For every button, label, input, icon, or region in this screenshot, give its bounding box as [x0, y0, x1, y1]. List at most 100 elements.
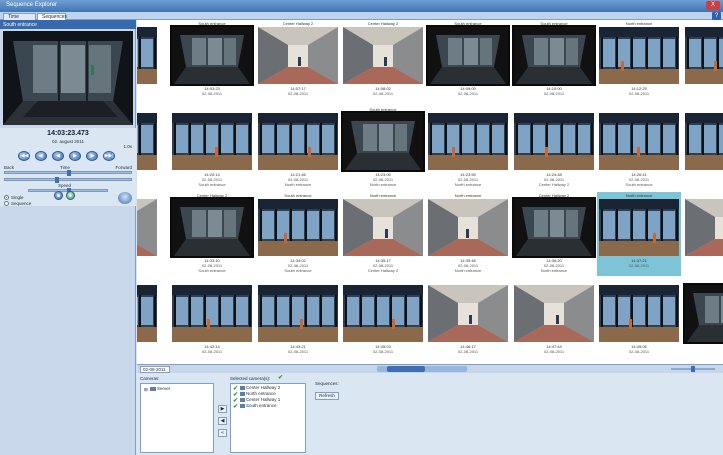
sequence-thumbnail[interactable]: Center Hallway 2 14:33:10 02-08-2011 South … — [170, 192, 254, 276]
sequence-thumbnail[interactable]: 14:23:55 02-08-2011 North entrance — [426, 106, 510, 190]
play-forward-button[interactable]: ▶ — [69, 151, 81, 161]
sequence-thumbnail[interactable]: North entrance 14:35:48 02-08-2011 North en… — [426, 192, 510, 276]
sequence-thumbnail[interactable]: South entrance 14:09:00 02-08-2011 — [426, 20, 510, 104]
sequence-thumbnail[interactable]: 14:47:44 02-08-2011 — [512, 278, 596, 362]
next-frame-button[interactable]: |▶ — [86, 151, 98, 161]
live-button[interactable]: ● — [66, 191, 75, 200]
thumbnail-image[interactable] — [428, 199, 508, 256]
sequence-thumbnail[interactable] — [137, 192, 159, 276]
clear-cameras-button[interactable]: « — [218, 429, 227, 437]
tab-time-browser[interactable]: Time Browser — [3, 13, 36, 27]
thumbnail-image[interactable] — [343, 199, 423, 256]
sequence-thumbnail[interactable]: Center Hallway 2 14:07:17 02-08-2011 — [256, 20, 340, 104]
sequence-thumbnail[interactable]: 14:24:48 02-08-2011 Center Hallway 2 — [512, 106, 596, 190]
thumbnail-image[interactable] — [258, 199, 338, 256]
scrollbar-thumb[interactable] — [387, 366, 425, 372]
sequence-thumbnail[interactable] — [683, 106, 723, 190]
sequence-thumbnail[interactable]: 14:43:21 02-08-2011 — [256, 278, 340, 362]
sequence-thumbnail[interactable] — [137, 20, 159, 104]
thumbnail-image[interactable] — [599, 285, 679, 342]
sequence-thumbnail[interactable]: Center Hallway 2 14:36:20 02-08-2011 North … — [512, 192, 596, 276]
thumbnail-image[interactable] — [599, 199, 679, 256]
play-reverse-button[interactable]: ◀ — [52, 151, 64, 161]
sequence-thumbnail[interactable] — [137, 278, 159, 362]
thumbnail-image[interactable] — [514, 27, 594, 84]
selected-camera-item[interactable]: South entrance — [246, 403, 277, 408]
sequence-thumbnail[interactable]: North entrance 14:37:21 02-08-2011 — [597, 192, 681, 276]
thumbnail-image[interactable] — [514, 199, 594, 256]
stop-button[interactable]: ■ — [54, 191, 63, 200]
zoom-slider-thumb[interactable] — [691, 366, 695, 372]
thumbnail-image[interactable] — [172, 113, 252, 170]
thumbnail-image[interactable] — [343, 285, 423, 342]
refresh-button[interactable]: Refresh — [315, 392, 339, 400]
sequence-thumbnail[interactable]: Center Hallway 2 14:08:02 02-08-2011 — [341, 20, 425, 104]
sequence-thumbnail[interactable]: 14:26:41 02-08-2011 South entrance — [597, 106, 681, 190]
thumbnail-image[interactable] — [685, 113, 723, 170]
sequence-thumbnail[interactable] — [683, 278, 723, 362]
sequence-thumbnail[interactable]: South entrance 14:03:23 02-08-2011 — [170, 20, 254, 104]
first-frame-button[interactable]: |◀◀ — [18, 151, 30, 161]
thumbnail-image[interactable] — [428, 113, 508, 170]
camera-tree[interactable]: ⊞ Server — [140, 383, 214, 453]
thumbnail-image[interactable] — [685, 27, 723, 84]
thumbnail-image[interactable] — [172, 27, 252, 84]
selected-camera-item[interactable]: Center Hallway 1 — [246, 397, 280, 402]
tab-sequences[interactable]: Sequences — [37, 13, 67, 20]
thumbnail-image[interactable] — [428, 27, 508, 84]
sequence-thumbnail[interactable]: 14:42:14 02-08-2011 — [170, 278, 254, 362]
thumbnail-image[interactable] — [343, 27, 423, 84]
help-button[interactable]: ? — [712, 12, 721, 20]
time-slider[interactable] — [4, 170, 132, 176]
export-icon[interactable] — [118, 192, 132, 204]
thumbnail-image[interactable] — [258, 285, 338, 342]
selected-cameras-list[interactable]: ✔ Center Hallway 2 ✔ North entrance ✔ Center … — [230, 383, 306, 453]
sequence-thumbnail[interactable] — [137, 106, 159, 190]
add-camera-button[interactable]: ▶ — [218, 405, 227, 413]
frame-slider[interactable] — [4, 177, 132, 183]
sequence-thumbnail[interactable]: 14:21:46 02-08-2011 North entrance — [256, 106, 340, 190]
sequence-thumbnail[interactable]: North entrance 14:12:25 02-08-2011 — [597, 20, 681, 104]
thumbnail-image[interactable] — [685, 199, 723, 256]
thumbnail-image[interactable] — [599, 113, 679, 170]
sequence-thumbnail[interactable]: 14:49:06 02-08-2011 — [597, 278, 681, 362]
thumbnail-image[interactable] — [137, 285, 157, 342]
close-button[interactable]: X — [706, 1, 720, 10]
expand-icon[interactable]: ⊞ — [144, 387, 148, 393]
thumbnail-image[interactable] — [137, 199, 157, 256]
sequence-thumbnail[interactable]: South entrance 14:34:02 02-08-2011 South en… — [256, 192, 340, 276]
thumbnail-image[interactable] — [343, 113, 423, 170]
thumbnail-image[interactable] — [514, 285, 594, 342]
sequence-thumbnail[interactable] — [683, 192, 723, 276]
horizontal-scrollbar[interactable] — [377, 366, 467, 372]
sequence-thumbnail[interactable] — [683, 20, 723, 104]
sequence-thumbnail[interactable]: 14:45:03 02-08-2011 — [341, 278, 425, 362]
selected-camera-item[interactable]: Center Hallway 2 — [246, 385, 280, 390]
thumbnail-image[interactable] — [685, 285, 723, 342]
thumbnail-image[interactable] — [428, 285, 508, 342]
sequence-thumbnail[interactable]: South entrance 14:23:05 02-08-2011 North en… — [341, 106, 425, 190]
thumbnail-image[interactable] — [258, 113, 338, 170]
thumbnail-image[interactable] — [137, 27, 157, 84]
previous-frame-button[interactable]: ◀| — [35, 151, 47, 161]
sequence-thumbnail[interactable]: South entrance 14:10:00 02-08-2011 — [512, 20, 596, 104]
window-title: Sequence Explorer — [6, 2, 58, 8]
sequence-thumbnail[interactable]: 14:46:17 02-08-2011 — [426, 278, 510, 362]
thumbnail-image[interactable] — [172, 199, 252, 256]
date-picker[interactable]: 02-08-2011 ▾ — [140, 366, 170, 377]
sequence-thumbnail[interactable]: North entrance 14:35:17 02-08-2011 Center H… — [341, 192, 425, 276]
thumbnail-image[interactable] — [137, 113, 157, 170]
thumbnail-image[interactable] — [172, 285, 252, 342]
sequence-thumbnail[interactable]: 14:20:14 02-08-2011 South entrance — [170, 106, 254, 190]
selected-camera-item[interactable]: North entrance — [246, 391, 276, 396]
time-slider-thumb[interactable] — [67, 170, 71, 176]
sequence-radio[interactable] — [4, 201, 9, 206]
zoom-slider[interactable] — [671, 366, 715, 372]
thumbnail-image[interactable] — [514, 113, 594, 170]
remove-camera-button[interactable]: ◀ — [218, 417, 227, 425]
thumbnail-image[interactable] — [258, 27, 338, 84]
single-radio[interactable] — [4, 195, 9, 200]
thumbnail-image[interactable] — [599, 27, 679, 84]
tree-server-label[interactable]: Server — [157, 386, 170, 391]
last-frame-button[interactable]: ▶▶| — [103, 151, 115, 161]
